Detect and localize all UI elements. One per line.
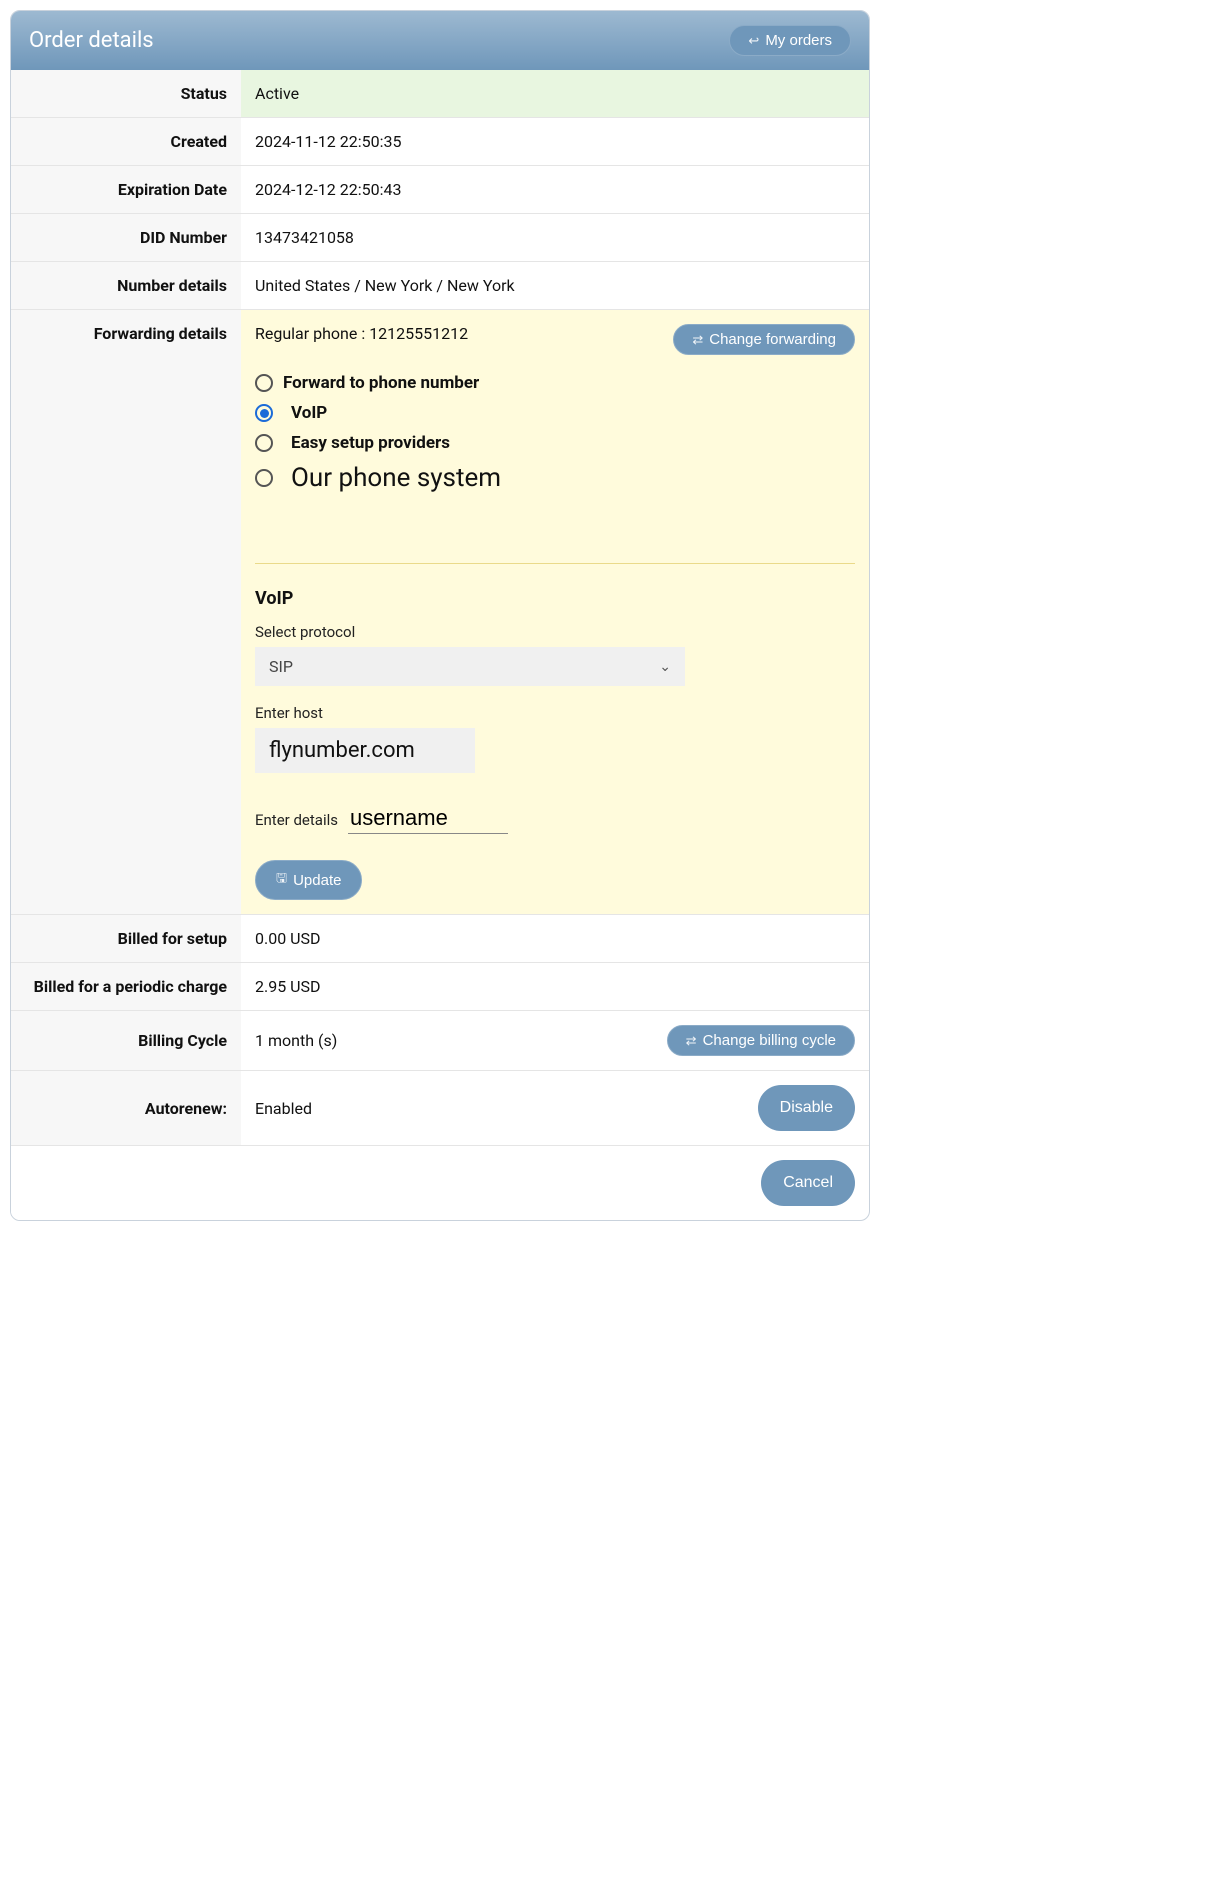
details-label: Enter details [255, 811, 338, 829]
row-billed-setup: Billed for setup 0.00 USD [11, 915, 869, 963]
value-billing-cycle: 1 month (s) [255, 1031, 337, 1050]
row-forwarding: Forwarding details Regular phone : 12125… [11, 310, 869, 915]
label-numdetails: Number details [11, 262, 241, 310]
label-autorenew: Autorenew: [11, 1071, 241, 1146]
change-billing-cycle-label: Change billing cycle [703, 1032, 836, 1049]
protocol-select[interactable]: SIP ⌄ [255, 647, 685, 686]
radio-icon [255, 434, 273, 452]
row-billing-cycle: Billing Cycle 1 month (s) ⇄ Change billi… [11, 1011, 869, 1071]
radio-icon [255, 374, 273, 392]
disable-autorenew-button[interactable]: Disable [758, 1085, 855, 1131]
value-billed-setup: 0.00 USD [241, 915, 869, 963]
radio-voip[interactable]: VoIP [255, 403, 855, 423]
update-button[interactable]: 🖫 Update [255, 860, 362, 900]
value-status: Active [241, 70, 869, 118]
radio-icon [255, 469, 273, 487]
value-expiration: 2024-12-12 22:50:43 [241, 166, 869, 214]
details-input[interactable] [348, 803, 508, 834]
voip-heading: VoIP [255, 588, 855, 609]
label-billed-periodic: Billed for a periodic charge [11, 963, 241, 1011]
label-status: Status [11, 70, 241, 118]
row-created: Created 2024-11-12 22:50:35 [11, 118, 869, 166]
row-footer: Cancel [11, 1146, 869, 1221]
change-forwarding-label: Change forwarding [709, 331, 836, 348]
row-autorenew: Autorenew: Enabled Disable [11, 1071, 869, 1146]
disable-label: Disable [780, 1099, 833, 1117]
radio-icon [255, 404, 273, 422]
chevron-down-icon: ⌄ [659, 659, 671, 675]
value-created: 2024-11-12 22:50:35 [241, 118, 869, 166]
save-icon: 🖫 [276, 869, 287, 891]
label-expiration: Expiration Date [11, 166, 241, 214]
cancel-label: Cancel [783, 1174, 833, 1192]
cell-billing-cycle: 1 month (s) ⇄ Change billing cycle [241, 1011, 869, 1071]
back-arrow-icon: ↩ [748, 33, 759, 49]
value-autorenew: Enabled [255, 1099, 312, 1118]
radio-label-phone: Forward to phone number [283, 373, 479, 393]
my-orders-label: My orders [765, 32, 832, 49]
radio-forward-phone[interactable]: Forward to phone number [255, 373, 855, 393]
swap-icon: ⇄ [686, 1033, 697, 1049]
protocol-label: Select protocol [255, 623, 855, 641]
row-did: DID Number 13473421058 [11, 214, 869, 262]
row-number-details: Number details United States / New York … [11, 262, 869, 310]
change-billing-cycle-button[interactable]: ⇄ Change billing cycle [667, 1025, 855, 1056]
radio-easy-setup[interactable]: Easy setup providers [255, 433, 855, 453]
forwarding-summary: Regular phone : 12125551212 [255, 324, 468, 343]
radio-label-easy: Easy setup providers [291, 433, 450, 453]
label-did: DID Number [11, 214, 241, 262]
label-created: Created [11, 118, 241, 166]
order-details-card: Order details ↩ My orders Status Active … [10, 10, 870, 1221]
swap-icon: ⇄ [692, 332, 703, 348]
protocol-value: SIP [269, 657, 293, 676]
forwarding-cell: Regular phone : 12125551212 ⇄ Change for… [241, 310, 869, 915]
row-expiration: Expiration Date 2024-12-12 22:50:43 [11, 166, 869, 214]
host-value: flynumber.com [269, 738, 415, 763]
radio-label-ours: Our phone system [291, 463, 501, 493]
value-numdetails: United States / New York / New York [241, 262, 869, 310]
value-did: 13473421058 [241, 214, 869, 262]
row-billed-periodic: Billed for a periodic charge 2.95 USD [11, 963, 869, 1011]
label-billed-setup: Billed for setup [11, 915, 241, 963]
value-billed-periodic: 2.95 USD [241, 963, 869, 1011]
change-forwarding-button[interactable]: ⇄ Change forwarding [673, 324, 855, 355]
cancel-button[interactable]: Cancel [761, 1160, 855, 1206]
radio-our-phone-system[interactable]: Our phone system [255, 463, 855, 493]
details-table: Status Active Created 2024-11-12 22:50:3… [11, 70, 869, 1220]
label-billing-cycle: Billing Cycle [11, 1011, 241, 1071]
footer-cell: Cancel [241, 1146, 869, 1221]
page-title: Order details [29, 28, 154, 53]
host-label: Enter host [255, 704, 855, 722]
voip-section: VoIP Select protocol SIP ⌄ Enter host fl… [255, 563, 855, 900]
host-input[interactable]: flynumber.com [255, 728, 475, 773]
card-header: Order details ↩ My orders [11, 11, 869, 70]
update-label: Update [293, 872, 341, 889]
cell-autorenew: Enabled Disable [241, 1071, 869, 1146]
row-status: Status Active [11, 70, 869, 118]
forwarding-radio-group: Forward to phone number VoIP Easy setup … [255, 373, 855, 493]
my-orders-button[interactable]: ↩ My orders [729, 25, 851, 56]
radio-label-voip: VoIP [291, 403, 327, 423]
label-forwarding: Forwarding details [11, 310, 241, 915]
